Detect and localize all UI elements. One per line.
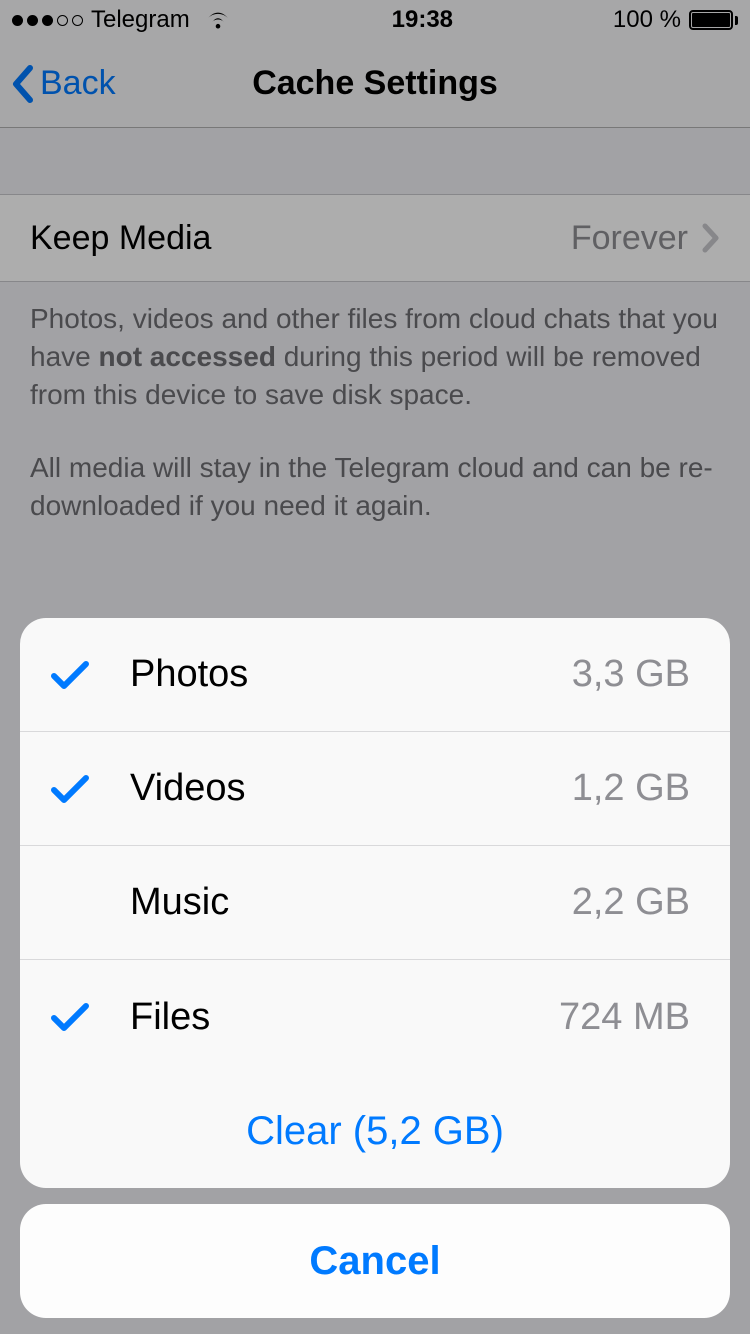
sheet-item-label: Music: [130, 881, 572, 924]
sheet-item-videos[interactable]: Videos1,2 GB: [20, 732, 730, 846]
action-sheet-panel: Photos3,3 GBVideos1,2 GBMusic2,2 GBFiles…: [20, 618, 730, 1188]
sheet-item-files[interactable]: Files724 MB: [20, 960, 730, 1074]
cancel-button[interactable]: Cancel: [20, 1204, 730, 1318]
sheet-item-size: 724 MB: [559, 996, 690, 1039]
sheet-item-label: Videos: [130, 767, 572, 810]
checkmark-icon: [50, 1001, 130, 1033]
sheet-item-label: Files: [130, 996, 559, 1039]
sheet-item-photos[interactable]: Photos3,3 GB: [20, 618, 730, 732]
sheet-item-size: 3,3 GB: [572, 653, 690, 696]
checkmark-icon: [50, 773, 130, 805]
action-sheet: Photos3,3 GBVideos1,2 GBMusic2,2 GBFiles…: [20, 618, 730, 1318]
sheet-item-music[interactable]: Music2,2 GB: [20, 846, 730, 960]
sheet-item-size: 1,2 GB: [572, 767, 690, 810]
checkmark-icon: [50, 659, 130, 691]
sheet-item-label: Photos: [130, 653, 572, 696]
sheet-item-size: 2,2 GB: [572, 881, 690, 924]
clear-button[interactable]: Clear (5,2 GB): [20, 1074, 730, 1188]
